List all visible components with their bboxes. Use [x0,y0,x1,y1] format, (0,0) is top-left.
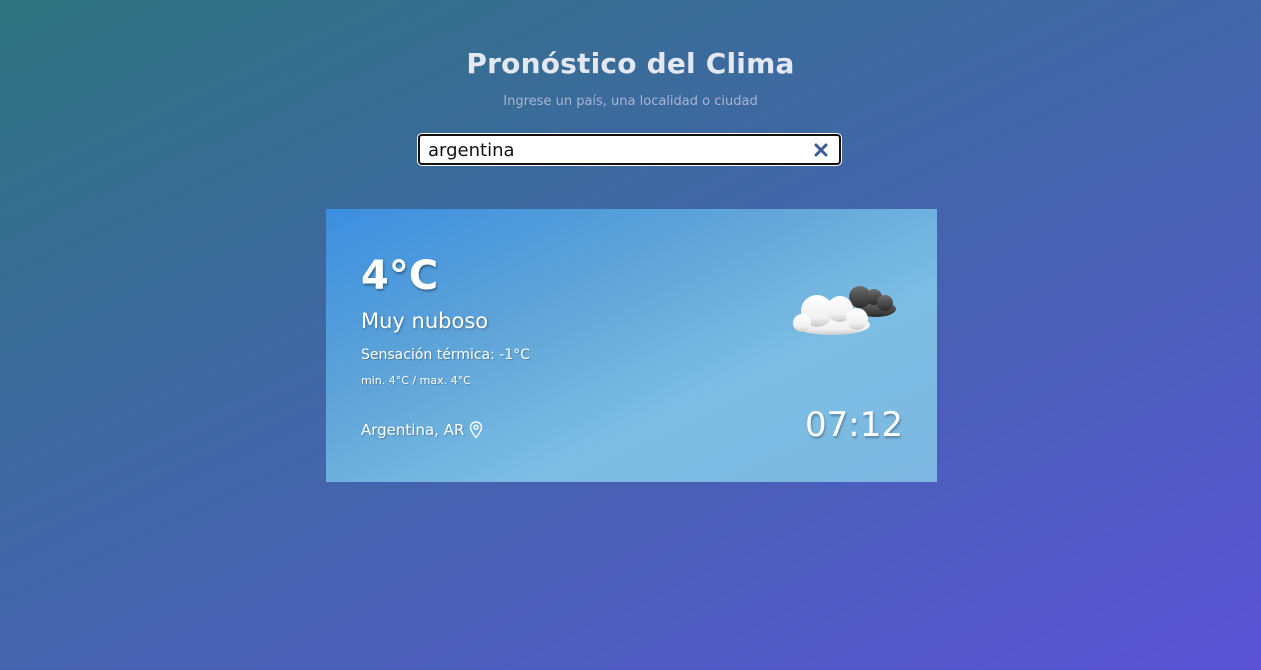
location: Argentina, AR [361,421,483,439]
search-box [418,134,841,165]
min-max-temperature: min. 4°C / max. 4°C [361,374,471,387]
weather-card: 4°C Muy nuboso Sensación térmica: -1°C m… [326,209,937,482]
location-label: Argentina, AR [361,421,465,439]
cloudy-icon [793,286,896,335]
map-pin-icon [470,421,483,439]
weather-description: Muy nuboso [361,309,489,333]
page-title: Pronóstico del Clima [466,47,795,80]
page-subtitle: Ingrese un país, una localidad o ciudad [503,94,758,109]
close-icon[interactable] [811,140,831,160]
search-input[interactable] [428,138,808,162]
temperature: 4°C [361,253,439,299]
feels-like: Sensación térmica: -1°C [361,347,531,363]
local-time: 07:12 [805,405,903,445]
